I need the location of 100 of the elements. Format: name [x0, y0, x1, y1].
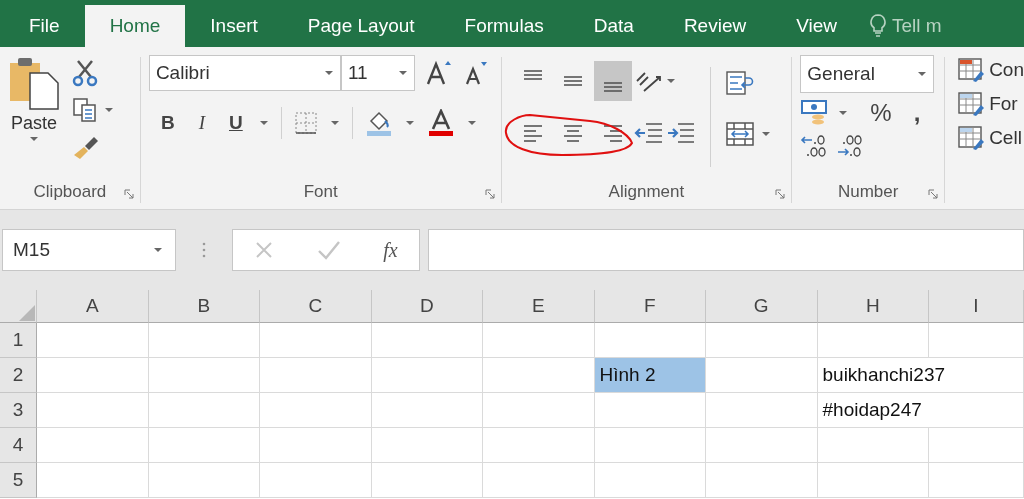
- table-cell[interactable]: [929, 463, 1024, 498]
- font-name-dropdown[interactable]: Calibri: [148, 55, 341, 91]
- column-header[interactable]: D: [371, 290, 483, 323]
- table-cell[interactable]: [260, 393, 372, 428]
- table-cell[interactable]: [260, 463, 372, 498]
- fill-color-icon[interactable]: [364, 109, 393, 137]
- column-header[interactable]: E: [483, 290, 595, 323]
- table-cell[interactable]: [706, 393, 818, 428]
- check-icon[interactable]: [316, 240, 341, 260]
- table-cell[interactable]: [483, 393, 595, 428]
- caret-icon[interactable]: [838, 110, 849, 116]
- column-header[interactable]: I: [929, 290, 1024, 323]
- ribbon-tab[interactable]: File: [4, 5, 85, 47]
- styles-menu-item[interactable]: Cell: [957, 125, 1024, 151]
- column-header[interactable]: B: [148, 290, 260, 323]
- ribbon-tab[interactable]: Review: [658, 5, 772, 47]
- formula-input[interactable]: [428, 229, 1024, 271]
- table-cell[interactable]: [37, 323, 149, 358]
- table-cell[interactable]: [148, 428, 260, 463]
- table-cell[interactable]: [37, 463, 149, 498]
- align-button[interactable]: [593, 61, 632, 101]
- bold-button[interactable]: B: [156, 112, 179, 134]
- table-cell[interactable]: [371, 358, 483, 393]
- table-cell[interactable]: [929, 323, 1024, 358]
- table-cell[interactable]: [483, 463, 595, 498]
- ribbon-tab[interactable]: Insert: [185, 5, 283, 47]
- table-cell[interactable]: [148, 323, 260, 358]
- number-format-dropdown[interactable]: General: [800, 55, 935, 93]
- font-color-icon[interactable]: [426, 109, 455, 137]
- decrease-decimal-icon[interactable]: [836, 133, 865, 159]
- ribbon-tab[interactable]: Formulas: [439, 5, 569, 47]
- table-cell[interactable]: [371, 323, 483, 358]
- row-header[interactable]: 1: [0, 323, 37, 358]
- percent-style-button[interactable]: %: [870, 99, 892, 127]
- ribbon-tab[interactable]: Home: [84, 5, 186, 47]
- table-cell[interactable]: [371, 463, 483, 498]
- table-cell[interactable]: [371, 428, 483, 463]
- styles-menu-item[interactable]: For: [957, 91, 1024, 117]
- styles-menu-item[interactable]: Con: [957, 57, 1024, 83]
- caret-icon[interactable]: [258, 120, 269, 126]
- table-cell[interactable]: [260, 358, 372, 393]
- tell-me-search[interactable]: Tell m: [892, 15, 942, 37]
- table-cell[interactable]: [260, 428, 372, 463]
- column-header[interactable]: A: [37, 290, 149, 323]
- table-cell[interactable]: Hình 2: [594, 358, 706, 393]
- more-options-icon[interactable]: [202, 241, 206, 259]
- borders-icon[interactable]: [293, 111, 318, 135]
- cut-icon[interactable]: [72, 59, 98, 87]
- column-header[interactable]: H: [817, 290, 929, 323]
- table-cell[interactable]: [148, 463, 260, 498]
- italic-button[interactable]: I: [190, 112, 213, 134]
- caret-icon[interactable]: [466, 120, 477, 126]
- table-cell[interactable]: [37, 393, 149, 428]
- table-cell[interactable]: [817, 463, 929, 498]
- paste-button[interactable]: Paste: [8, 55, 60, 175]
- caret-icon[interactable]: [329, 120, 340, 126]
- ribbon-tab[interactable]: Page Layout: [282, 5, 440, 47]
- table-cell[interactable]: [148, 358, 260, 393]
- caret-icon[interactable]: [404, 120, 415, 126]
- decrease-indent-icon[interactable]: [633, 121, 664, 145]
- table-cell[interactable]: [817, 323, 929, 358]
- cancel-icon[interactable]: [254, 240, 275, 260]
- table-cell[interactable]: [706, 323, 818, 358]
- dialog-launcher-icon[interactable]: [484, 189, 495, 199]
- insert-function-button[interactable]: fx: [383, 238, 398, 262]
- increase-indent-icon[interactable]: [665, 121, 696, 145]
- ribbon-tab[interactable]: View: [771, 5, 863, 47]
- table-cell[interactable]: [594, 463, 706, 498]
- table-cell[interactable]: [37, 428, 149, 463]
- table-cell[interactable]: [594, 428, 706, 463]
- increase-font-size-icon[interactable]: [424, 59, 453, 87]
- table-cell[interactable]: [37, 358, 149, 393]
- row-header[interactable]: 4: [0, 428, 37, 463]
- caret-icon[interactable]: [104, 107, 114, 113]
- table-cell[interactable]: [929, 428, 1024, 463]
- ribbon-tab[interactable]: Data: [568, 5, 659, 47]
- row-header[interactable]: 5: [0, 463, 37, 498]
- column-header[interactable]: C: [260, 290, 372, 323]
- dialog-launcher-icon[interactable]: [928, 189, 939, 199]
- comma-style-button[interactable]: ,: [913, 99, 921, 127]
- name-box[interactable]: M15: [2, 229, 176, 271]
- table-cell[interactable]: [483, 358, 595, 393]
- dialog-launcher-icon[interactable]: [775, 189, 786, 199]
- column-header[interactable]: F: [594, 290, 706, 323]
- font-size-dropdown[interactable]: 11: [340, 55, 415, 91]
- select-all-corner[interactable]: [0, 290, 37, 323]
- caret-icon[interactable]: [760, 131, 771, 137]
- underline-button[interactable]: U: [224, 112, 247, 134]
- merge-center-icon[interactable]: [724, 121, 755, 147]
- row-header[interactable]: 3: [0, 393, 37, 428]
- table-cell[interactable]: buikhanchi237: [817, 358, 1024, 393]
- table-cell[interactable]: [483, 428, 595, 463]
- column-header[interactable]: G: [706, 290, 818, 323]
- row-header[interactable]: 2: [0, 358, 37, 393]
- table-cell[interactable]: [706, 358, 818, 393]
- dialog-launcher-icon[interactable]: [123, 189, 134, 199]
- table-cell[interactable]: #hoidap247: [817, 393, 1024, 428]
- table-cell[interactable]: [148, 393, 260, 428]
- table-cell[interactable]: [483, 323, 595, 358]
- table-cell[interactable]: [706, 463, 818, 498]
